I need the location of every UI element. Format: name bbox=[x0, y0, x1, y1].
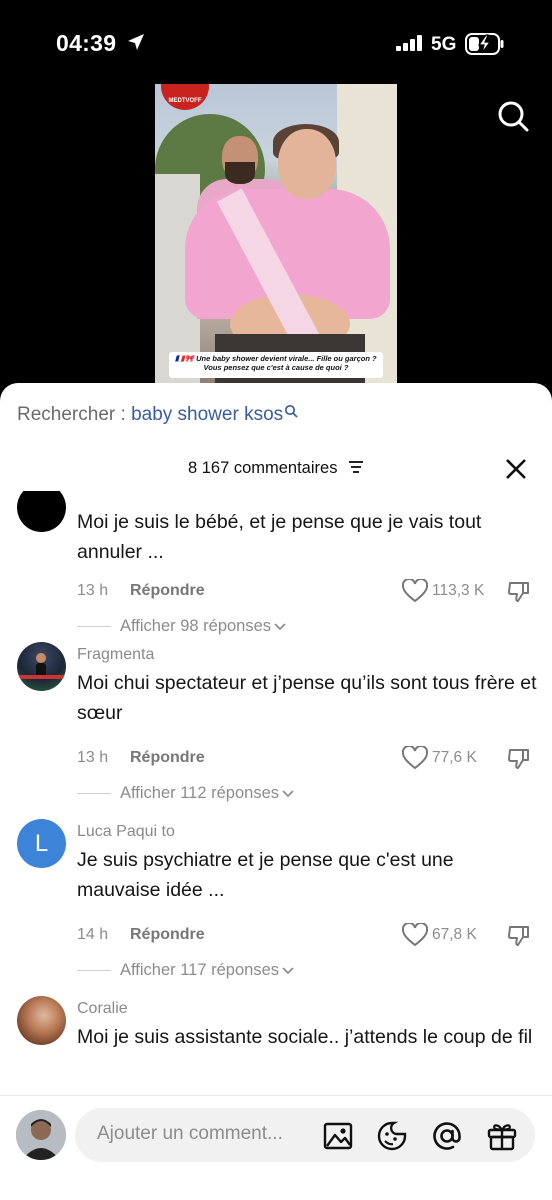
search-label: Rechercher : bbox=[17, 404, 126, 425]
replies-divider bbox=[77, 626, 111, 628]
video-person-man-beard bbox=[225, 162, 255, 184]
view-replies-label: Afficher 117 réponses bbox=[120, 961, 279, 979]
search-icon[interactable] bbox=[497, 100, 529, 137]
comment-age: 13 h bbox=[77, 582, 109, 599]
gift-icon[interactable] bbox=[486, 1120, 518, 1152]
emoji-icon[interactable] bbox=[376, 1120, 408, 1152]
comment-username[interactable]: Luca Paqui to bbox=[77, 823, 175, 841]
chevron-down-icon bbox=[274, 617, 286, 636]
chevron-down-icon bbox=[282, 961, 294, 980]
dislike-icon[interactable] bbox=[507, 746, 531, 775]
avatar[interactable] bbox=[17, 642, 66, 691]
comment-text: Moi je suis assistante sociale.. j’atten… bbox=[77, 1026, 533, 1048]
comment-meta: 14 h Répondre 67,8 K bbox=[77, 921, 537, 952]
chevron-down-icon bbox=[282, 784, 294, 803]
comment-text: Moi chui spectateur et j’pense qu’ils so… bbox=[77, 672, 537, 724]
comment-text: Je suis psychiatre et je pense que c'est… bbox=[77, 849, 454, 901]
avatar-letter: L bbox=[34, 830, 49, 857]
comment-text: Moi je suis le bébé, et je pense que je … bbox=[77, 511, 482, 563]
video-player[interactable]: MEDTVOFF 🇫🇷🎀 Une baby shower devient vir… bbox=[155, 84, 397, 384]
comment-username[interactable]: Fragmenta bbox=[77, 646, 154, 664]
video-person-woman-head bbox=[278, 129, 336, 199]
comment-input-container bbox=[75, 1108, 535, 1162]
view-replies-label: Afficher 98 réponses bbox=[120, 617, 272, 635]
view-replies-button[interactable]: Afficher 112 réponses bbox=[77, 784, 294, 803]
video-caption: 🇫🇷🎀 Une baby shower devient virale... Fi… bbox=[169, 352, 383, 378]
comment-count: 8 167 commentaires bbox=[187, 459, 338, 477]
comments-header: 8 167 commentaires bbox=[0, 459, 552, 478]
reply-button[interactable]: Répondre bbox=[130, 749, 205, 767]
signal-icon bbox=[396, 35, 424, 56]
comment-meta: 13 h Répondre 113,3 K bbox=[77, 577, 537, 608]
like-count: 67,8 K bbox=[432, 926, 477, 943]
avatar[interactable]: L bbox=[17, 819, 66, 868]
status-bar: 04:39 5G bbox=[0, 0, 552, 84]
comment-username[interactable]: Coralie bbox=[77, 1000, 128, 1018]
replies-divider bbox=[77, 970, 111, 972]
search-suggestion[interactable]: Rechercher : baby shower ksos bbox=[17, 404, 298, 426]
reply-button[interactable]: Répondre bbox=[130, 582, 205, 600]
comment-meta: 13 h Répondre 77,6 K bbox=[77, 744, 537, 775]
sort-icon[interactable] bbox=[348, 459, 364, 478]
comment-input[interactable] bbox=[97, 1123, 312, 1145]
comment-list[interactable]: Moi je suis le bébé, et je pense que je … bbox=[0, 491, 552, 1091]
channel-logo: MEDTVOFF bbox=[161, 84, 209, 110]
view-replies-label: Afficher 112 réponses bbox=[120, 784, 279, 802]
like-count: 113,3 K bbox=[432, 582, 485, 599]
reply-button[interactable]: Répondre bbox=[130, 926, 205, 944]
like-count: 77,6 K bbox=[432, 749, 477, 766]
comment-composer bbox=[0, 1095, 552, 1200]
status-time: 04:39 bbox=[56, 30, 117, 56]
view-replies-button[interactable]: Afficher 98 réponses bbox=[77, 617, 286, 636]
heart-icon[interactable] bbox=[401, 744, 429, 775]
avatar[interactable] bbox=[17, 996, 66, 1045]
search-term-icon bbox=[285, 404, 298, 418]
comment-age: 13 h bbox=[77, 749, 109, 766]
at-icon[interactable] bbox=[431, 1120, 463, 1152]
dislike-icon[interactable] bbox=[507, 579, 531, 608]
search-term-link[interactable]: baby shower ksos bbox=[131, 404, 283, 425]
comment-age: 14 h bbox=[77, 926, 109, 943]
heart-icon[interactable] bbox=[401, 577, 429, 608]
comments-sheet: Rechercher : baby shower ksos 8 167 comm… bbox=[0, 383, 552, 1200]
view-replies-button[interactable]: Afficher 117 réponses bbox=[77, 961, 294, 980]
network-type: 5G bbox=[431, 34, 457, 55]
avatar[interactable] bbox=[17, 491, 66, 532]
avatar[interactable] bbox=[16, 1110, 66, 1160]
heart-icon[interactable] bbox=[401, 921, 429, 952]
location-arrow-icon bbox=[127, 33, 145, 56]
image-icon[interactable] bbox=[322, 1120, 354, 1152]
replies-divider bbox=[77, 793, 111, 795]
dislike-icon[interactable] bbox=[507, 923, 531, 952]
close-icon[interactable] bbox=[505, 458, 527, 480]
battery-charging-icon bbox=[465, 32, 505, 61]
